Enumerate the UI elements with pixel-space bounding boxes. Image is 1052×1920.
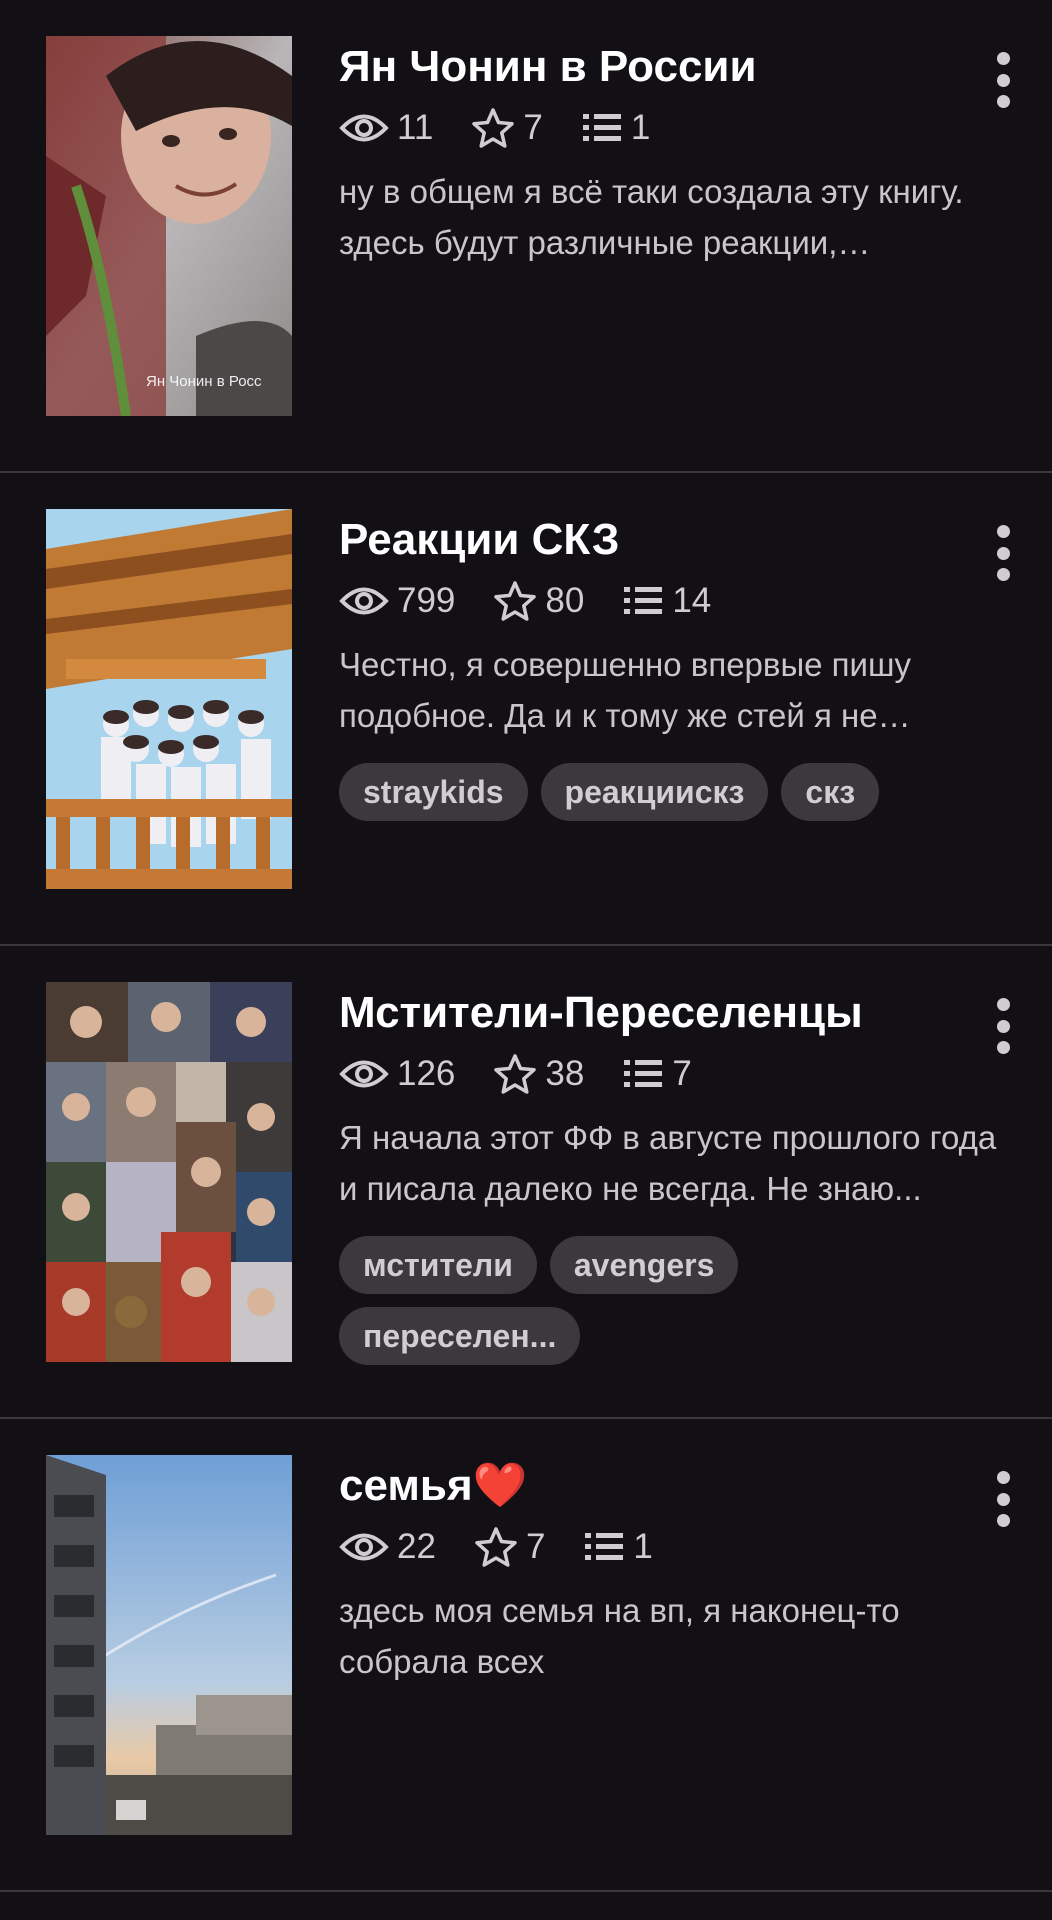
parts-stat: 1 — [583, 1527, 653, 1567]
story-card[interactable]: семья❤️ 22 7 1 здесь моя семья на вп, я … — [0, 1419, 1052, 1892]
story-description: ну в общем я всё таки создала эту книгу.… — [339, 173, 964, 261]
story-cover[interactable]: Ян Чонин в Росс — [46, 36, 292, 416]
story-stats: 799 80 14 — [339, 573, 989, 629]
list-icon — [624, 1060, 663, 1087]
story-list: Ян Чонин в Росс Ян Чонин в России 11 7 1… — [0, 0, 1052, 1892]
more-options-icon[interactable] — [992, 998, 1014, 1054]
more-options-icon[interactable] — [992, 1471, 1014, 1527]
votes-stat: 38 — [493, 1053, 584, 1095]
views-stat: 22 — [339, 1527, 436, 1567]
votes-count: 7 — [525, 1527, 546, 1566]
views-count: 799 — [397, 581, 456, 620]
story-stats: 11 7 1 — [339, 100, 989, 156]
eye-icon — [339, 1060, 389, 1088]
parts-count: 14 — [672, 581, 712, 620]
tag-chip[interactable]: переселен... — [339, 1307, 581, 1365]
star-icon — [494, 1054, 537, 1094]
story-card[interactable]: Мстители-Переселенцы 126 38 7 Я начала э… — [0, 946, 1052, 1419]
parts-count: 7 — [672, 1054, 692, 1093]
list-icon — [624, 587, 663, 614]
story-description: Я начала этот ФФ в августе прошлого года… — [339, 1119, 997, 1207]
cover-caption: Ян Чонин в Росс — [146, 373, 262, 390]
eye-icon — [339, 114, 389, 142]
story-stats: 22 7 1 — [339, 1519, 989, 1575]
story-info: Ян Чонин в России 11 7 1 ну в общем я вс… — [339, 36, 989, 268]
tag-chip[interactable]: скз — [781, 763, 880, 821]
story-title[interactable]: Мстители-Переселенцы — [339, 982, 989, 1044]
story-title[interactable]: семья❤️ — [339, 1455, 989, 1517]
list-icon — [585, 1533, 624, 1560]
story-card[interactable]: Реакции СКЗ 799 80 14 Честно, я совершен… — [0, 473, 1052, 946]
votes-count: 38 — [545, 1054, 585, 1093]
story-description: здесь моя семья на вп, я наконец-то собр… — [339, 1592, 900, 1680]
views-count: 22 — [397, 1527, 436, 1566]
tag-chip[interactable]: straykids — [339, 763, 528, 821]
story-info: Реакции СКЗ 799 80 14 Честно, я совершен… — [339, 509, 989, 834]
star-icon — [472, 108, 515, 148]
votes-stat: 7 — [471, 107, 543, 149]
parts-stat: 7 — [622, 1054, 692, 1094]
views-count: 11 — [397, 108, 434, 147]
views-count: 126 — [397, 1054, 456, 1093]
votes-stat: 7 — [474, 1526, 545, 1568]
story-title[interactable]: Реакции СКЗ — [339, 509, 989, 571]
star-icon — [475, 1527, 517, 1567]
votes-stat: 80 — [493, 580, 584, 622]
parts-count: 1 — [633, 1527, 653, 1566]
story-description: Честно, я совершенно впервые пишу подобн… — [339, 646, 911, 734]
parts-stat: 14 — [622, 581, 711, 621]
votes-count: 80 — [545, 581, 585, 620]
story-cover[interactable] — [46, 509, 292, 889]
parts-stat: 1 — [581, 108, 650, 148]
tag-chip[interactable]: avengers — [549, 1236, 739, 1294]
story-title[interactable]: Ян Чонин в России — [339, 36, 989, 98]
story-cover[interactable] — [46, 1455, 292, 1835]
star-icon — [494, 581, 537, 621]
story-tags: straykids реакциискз скз — [339, 763, 959, 834]
parts-count: 1 — [630, 108, 651, 147]
story-info: семья❤️ 22 7 1 здесь моя семья на вп, я … — [339, 1455, 989, 1687]
story-stats: 126 38 7 — [339, 1046, 989, 1102]
story-tags: мстители avengers переселен... — [339, 1236, 959, 1378]
votes-count: 7 — [523, 108, 543, 147]
story-card[interactable]: Ян Чонин в Росс Ян Чонин в России 11 7 1… — [0, 0, 1052, 473]
list-icon — [582, 114, 621, 141]
more-options-icon[interactable] — [992, 52, 1014, 108]
story-cover[interactable] — [46, 982, 292, 1362]
tag-chip[interactable]: реакциискз — [540, 763, 769, 821]
more-options-icon[interactable] — [992, 525, 1014, 581]
story-info: Мстители-Переселенцы 126 38 7 Я начала э… — [339, 982, 996, 1378]
views-stat: 11 — [339, 108, 433, 148]
eye-icon — [339, 587, 389, 615]
views-stat: 799 — [339, 581, 455, 621]
views-stat: 126 — [339, 1054, 455, 1094]
tag-chip[interactable]: мстители — [339, 1236, 537, 1294]
eye-icon — [339, 1533, 389, 1561]
